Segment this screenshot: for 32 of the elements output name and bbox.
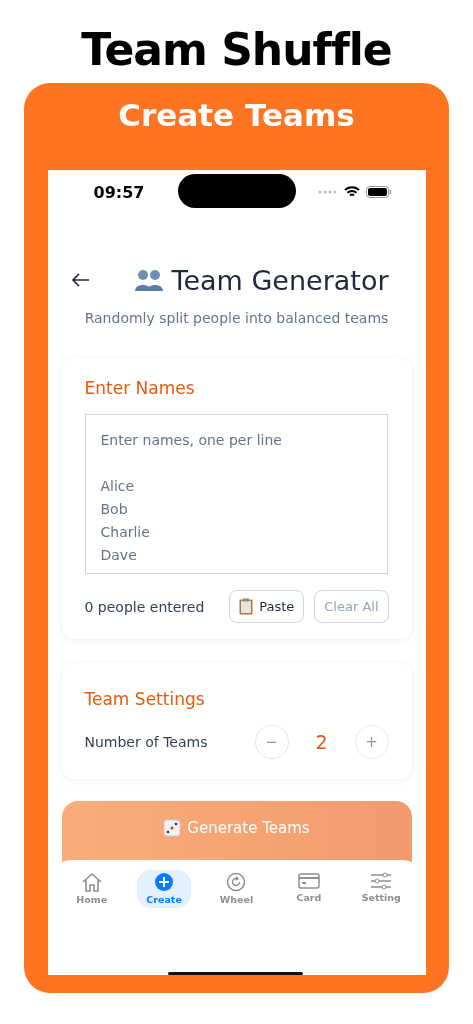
tab-item[interactable]: Card xyxy=(281,870,336,908)
people-count: 0 people entered xyxy=(84,598,206,615)
wifi-icon xyxy=(343,186,360,198)
page-subtitle: Randomly split people into balanced teams xyxy=(83,310,390,326)
app-title: Team Shuffle xyxy=(81,23,392,77)
tab-item[interactable]: Wheel xyxy=(209,870,264,908)
decrement-button[interactable]: − xyxy=(254,725,289,759)
refresh-circle-icon xyxy=(226,872,247,892)
home-icon xyxy=(80,872,103,892)
card-heading: Team Settings xyxy=(84,689,206,709)
page-title: Team Generator xyxy=(171,264,389,296)
tab-item[interactable]: Home xyxy=(64,870,119,908)
credit-card-icon xyxy=(297,872,320,890)
dice-icon xyxy=(163,819,182,837)
tab-item[interactable]: Create xyxy=(137,870,192,908)
card-heading: Enter Names xyxy=(84,378,196,398)
teams-label: Number of Teams xyxy=(84,734,209,750)
back-arrow-icon[interactable] xyxy=(71,273,90,287)
banner-title: Create Teams xyxy=(118,96,355,135)
teams-count: 2 xyxy=(314,731,329,753)
battery-icon xyxy=(365,186,392,198)
plus-circle-icon xyxy=(154,872,175,892)
clear-all-button[interactable]: Clear All xyxy=(314,590,389,623)
status-time: 09:57 xyxy=(93,182,145,202)
sliders-icon xyxy=(370,872,393,890)
clipboard-icon xyxy=(239,598,254,615)
signal-icon xyxy=(317,190,338,194)
paste-button[interactable]: Paste xyxy=(229,590,305,623)
names-field[interactable]: Enter names, one per line Alice Bob Charlie Dave xyxy=(84,414,388,574)
people-icon xyxy=(133,268,164,292)
tab-item[interactable]: Setting xyxy=(354,870,409,908)
increment-button[interactable]: + xyxy=(354,725,389,759)
